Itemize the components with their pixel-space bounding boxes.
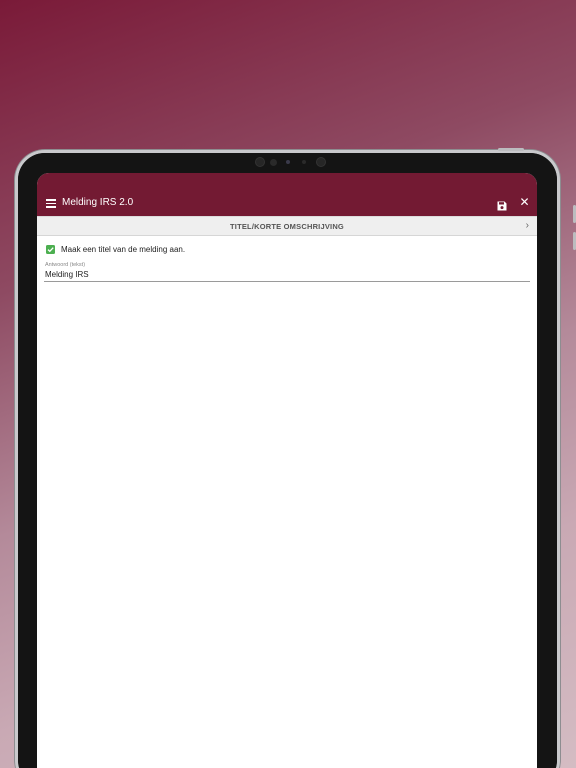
camera-sensor (286, 160, 290, 164)
close-icon[interactable]: ✕ (519, 196, 530, 208)
app-title: Melding IRS 2.0 (62, 197, 134, 208)
app-bar: Melding IRS 2.0 ✕ (37, 173, 537, 216)
camera-sensor (270, 159, 277, 166)
checkbox-label: Maak een titel van de melding aan. (61, 245, 186, 254)
save-icon[interactable] (497, 198, 507, 211)
top-hardware-button (498, 148, 524, 151)
input-underline (44, 281, 530, 282)
chevron-right-icon[interactable]: › (526, 221, 529, 231)
checkmark-icon (47, 247, 54, 253)
camera-sensor (255, 157, 265, 167)
camera-sensor (302, 160, 306, 164)
section-title: TITEL/KORTE OMSCHRIJVING (230, 222, 344, 231)
title-checkbox[interactable] (46, 245, 55, 254)
answer-text-input[interactable]: Melding IRS (45, 270, 89, 279)
app-screen: Melding IRS 2.0 ✕ TITEL/KORTE OMSCHRIJVI… (37, 173, 537, 768)
camera-lens (316, 157, 326, 167)
hamburger-menu-icon[interactable] (46, 199, 56, 208)
section-header[interactable]: TITEL/KORTE OMSCHRIJVING › (37, 216, 537, 236)
front-camera-array (250, 156, 330, 168)
answer-field-label: Antwoord (tekst) (45, 262, 86, 268)
